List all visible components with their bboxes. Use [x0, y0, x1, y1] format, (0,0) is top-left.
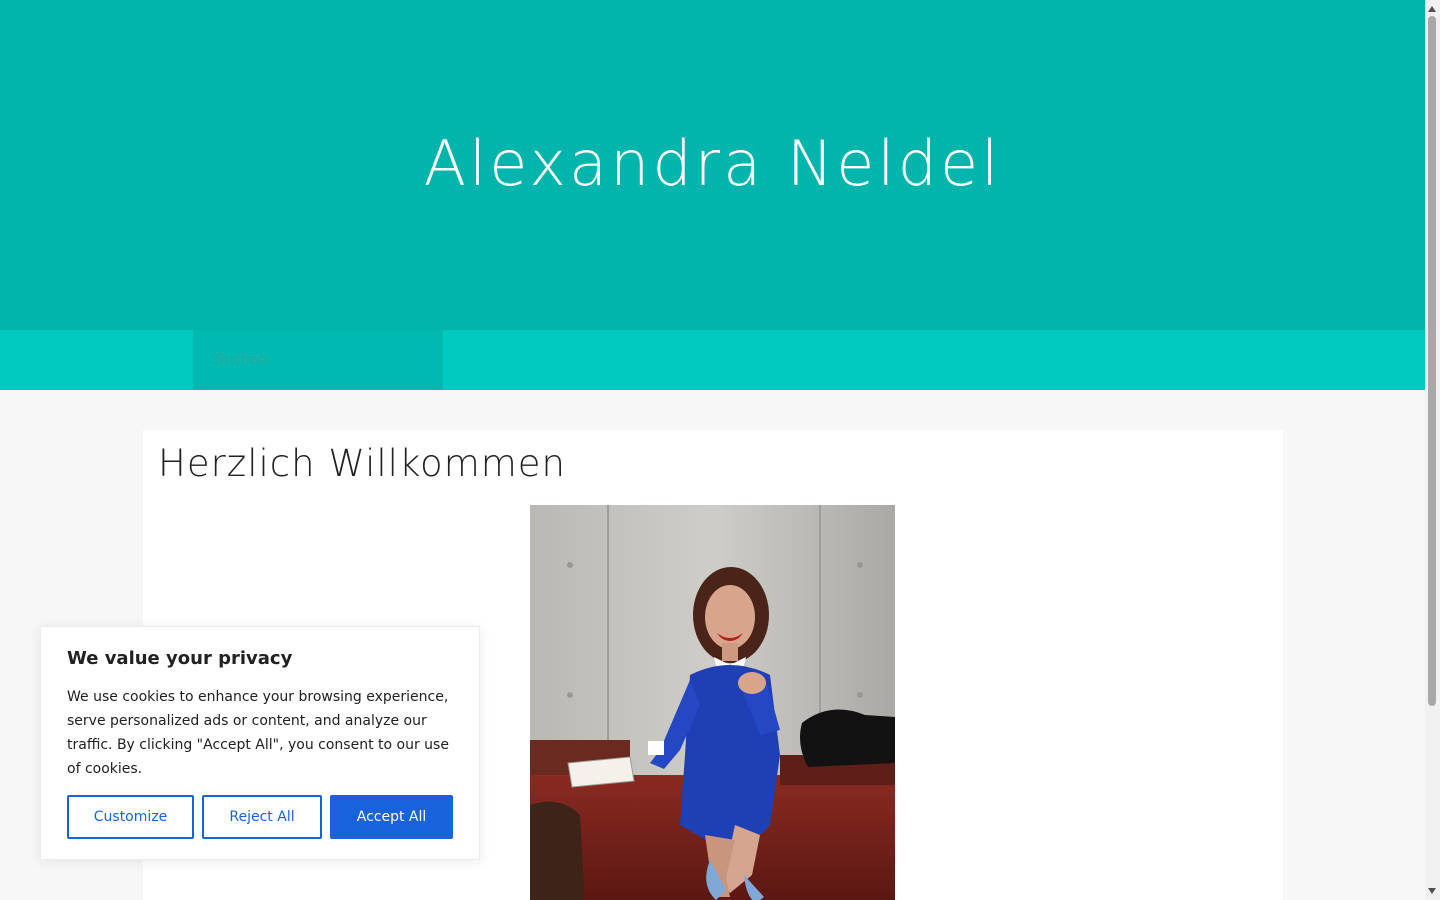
site-title[interactable]: Alexandra Neldel [424, 127, 1002, 200]
scroll-down-arrow-icon[interactable] [1428, 888, 1436, 894]
scrollbar-thumb[interactable] [1428, 16, 1436, 706]
scroll-up-arrow-icon[interactable] [1428, 6, 1436, 12]
page: Alexandra Neldel Herzlich Willkommen [0, 0, 1425, 900]
cookie-consent-banner: We value your privacy We use cookies to … [40, 626, 480, 860]
search-input[interactable] [193, 330, 443, 390]
navigation-bar [0, 330, 1425, 390]
portrait-photo [530, 505, 895, 900]
site-header: Alexandra Neldel [0, 0, 1425, 330]
cookie-banner-actions: Customize Reject All Accept All [67, 795, 453, 839]
customize-button[interactable]: Customize [67, 795, 194, 839]
accept-all-button[interactable]: Accept All [330, 795, 453, 839]
page-title: Herzlich Willkommen [158, 442, 566, 485]
cookie-banner-title: We value your privacy [67, 648, 293, 669]
reject-all-button[interactable]: Reject All [202, 795, 322, 839]
cookie-banner-text: We use cookies to enhance your browsing … [67, 689, 449, 777]
vertical-scrollbar[interactable] [1425, 0, 1440, 900]
